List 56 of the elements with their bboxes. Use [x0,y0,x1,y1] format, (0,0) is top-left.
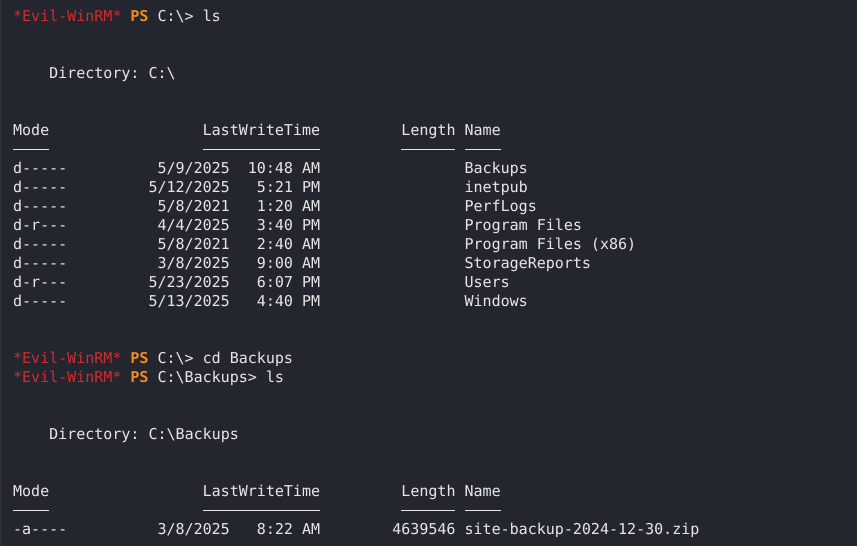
date-cell-text: 5/8/2021 [156,235,230,254]
ps-label: PS [130,368,148,387]
time-cell-text: 5:21 PM [256,178,320,197]
column-header: LastWriteTime [202,482,320,500]
date-cell-text: 5/9/2025 [156,159,230,178]
date-cell-text: 5/8/2021 [156,197,230,216]
name-cell: Program Files (x86) [464,235,636,254]
name-cell: StorageReports [464,254,591,273]
time-cell-text: 6:07 PM [256,273,320,292]
directory-heading: Directory: C:\ [49,64,176,83]
mode-cell-text: d-r--- [13,273,68,292]
directory-heading: Directory: C:\Backups [49,425,239,444]
mode-cell-text: d----- [13,159,68,178]
mode-cell-text: d----- [13,254,68,273]
column-header: LastWriteTime [202,121,320,139]
length-cell: 4639546 [392,520,456,538]
name-cell: PerfLogs [464,197,537,216]
name-cell: inetpub [464,178,528,197]
prompt-command: C:\> cd Backups [157,349,293,368]
date-cell-text: 4/4/2025 [156,216,230,235]
column-header: Mode [13,482,50,500]
time-cell-text: 9:00 AM [256,254,320,273]
date-cell-text: 3/8/2025 [156,254,230,273]
prompt-command: C:\> ls [157,7,221,26]
column-header: Length [401,121,456,139]
ps-label: PS [130,349,148,368]
shell-name: *Evil-WinRM* [13,7,122,26]
name-cell: Backups [464,159,528,178]
name-cell: site-backup-2024-12-30.zip [464,520,700,539]
date-cell-text: 5/12/2025 [147,178,230,197]
column-header: Name [464,482,501,500]
mode-cell-text: d-r--- [13,216,68,235]
mode-cell-text: -a---- [13,520,68,539]
time-cell-text: 1:20 AM [256,197,320,216]
prompt-command: C:\Backups> ls [157,368,284,387]
column-header: Mode [13,121,50,139]
column-header: Name [464,121,501,139]
ps-label: PS [130,7,148,26]
time-cell-text: 3:40 PM [256,216,320,235]
shell-name: *Evil-WinRM* [13,349,122,368]
mode-cell-text: d----- [13,292,68,311]
mode-cell-text: d----- [13,178,68,197]
time-cell-text: 8:22 AM [256,520,320,539]
name-cell: Users [464,273,510,292]
date-cell-text: 5/13/2025 [147,292,230,311]
time-cell-text: 10:48 AM [246,159,320,178]
name-cell: Windows [464,292,528,311]
date-cell-text: 5/23/2025 [147,273,230,292]
time-cell-text: 2:40 AM [256,235,320,254]
mode-cell-text: d----- [13,235,68,254]
mode-cell-text: d----- [13,197,68,216]
time-cell-text: 4:40 PM [256,292,320,311]
name-cell: Program Files [464,216,582,235]
column-header: Length [401,482,456,500]
date-cell-text: 3/8/2025 [156,520,230,539]
shell-name: *Evil-WinRM* [13,368,122,387]
